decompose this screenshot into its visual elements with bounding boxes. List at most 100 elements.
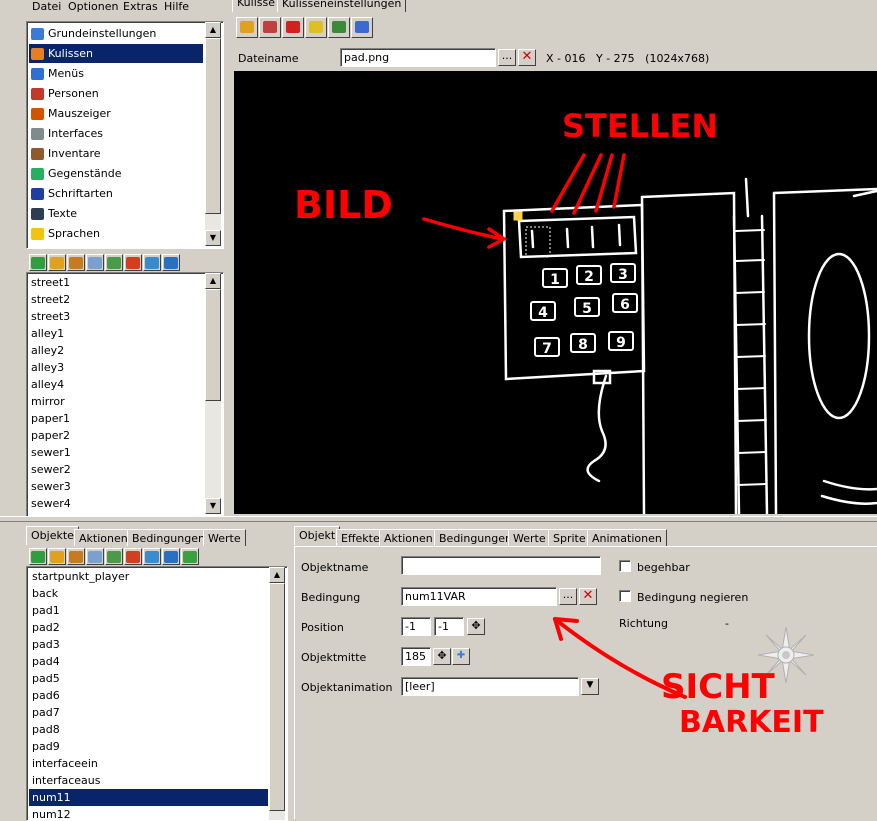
move-down-button[interactable] xyxy=(162,254,180,271)
delete-button[interactable] xyxy=(124,254,142,271)
sidebar-item-inventare[interactable]: Inventare xyxy=(29,144,101,163)
scroll-thumb[interactable] xyxy=(269,583,285,811)
scroll-up-icon[interactable]: ▲ xyxy=(205,273,221,289)
import-button[interactable] xyxy=(105,548,123,565)
move-up-button[interactable] xyxy=(143,548,161,565)
tab-kulisseneinstellungen[interactable]: Kulisseneinstellungen xyxy=(277,0,407,12)
list-item[interactable]: alley3 xyxy=(31,359,64,376)
move-up-button[interactable] xyxy=(143,254,161,271)
move-down-button[interactable] xyxy=(162,548,180,565)
bedingung-browse-button[interactable]: ... xyxy=(559,588,577,605)
image-export-button[interactable] xyxy=(328,17,350,38)
objektname-input[interactable] xyxy=(401,556,601,575)
copy-button[interactable] xyxy=(67,548,85,565)
menu-extras[interactable]: Extras xyxy=(123,0,158,13)
position-y-input[interactable]: -1 xyxy=(434,617,464,636)
bedingung-clear-button[interactable]: ✕ xyxy=(579,588,597,605)
tab-aktionen[interactable]: Aktionen xyxy=(74,529,133,546)
duplicate-button[interactable] xyxy=(86,254,104,271)
scene-scrollbar[interactable]: ▲ ▼ xyxy=(205,273,221,514)
list-item[interactable]: interfaceein xyxy=(29,755,98,772)
list-item[interactable]: street2 xyxy=(31,291,70,308)
position-x-input[interactable]: -1 xyxy=(401,617,431,636)
list-item[interactable]: sewer3 xyxy=(31,478,71,495)
scroll-down-icon[interactable]: ▼ xyxy=(205,230,221,246)
sidebar-item-mauszeiger[interactable]: Mauszeiger xyxy=(29,104,111,123)
tab-werte[interactable]: Werte xyxy=(203,529,246,546)
sidebar-item-kulissen[interactable]: Kulissen xyxy=(29,44,203,63)
tab-werte[interactable]: Werte xyxy=(508,529,551,546)
sidebar-item-gegenstände[interactable]: Gegenstände xyxy=(29,164,122,183)
rename-button[interactable] xyxy=(48,548,66,565)
objektmitte-pick-button[interactable]: ✥ xyxy=(433,648,451,665)
list-item[interactable]: alley2 xyxy=(31,342,64,359)
list-item[interactable]: pad6 xyxy=(29,687,60,704)
objects-button[interactable] xyxy=(282,17,304,38)
list-item[interactable]: pad2 xyxy=(29,619,60,636)
list-item[interactable]: pad5 xyxy=(29,670,60,687)
rename-button[interactable] xyxy=(48,254,66,271)
sidebar-item-schriftarten[interactable]: Schriftarten xyxy=(29,184,113,203)
list-item[interactable]: mirror xyxy=(31,393,65,410)
grid-button[interactable] xyxy=(259,17,281,38)
scroll-up-icon[interactable]: ▲ xyxy=(269,567,285,583)
list-item[interactable]: street3 xyxy=(31,308,70,325)
horizontal-splitter[interactable] xyxy=(0,516,877,522)
list-item[interactable]: pad3 xyxy=(29,636,60,653)
list-item[interactable]: sewer4 xyxy=(31,495,71,512)
negate-checkbox[interactable] xyxy=(619,590,631,602)
sidebar-item-interfaces[interactable]: Interfaces xyxy=(29,124,103,143)
file-clear-button[interactable]: ✕ xyxy=(518,49,536,66)
sidebar-item-texte[interactable]: Texte xyxy=(29,204,77,223)
tab-sprite[interactable]: Sprite xyxy=(548,529,591,546)
list-item[interactable]: alley4 xyxy=(31,376,64,393)
tab-bedingungen[interactable]: Bedingungen xyxy=(434,529,517,546)
scroll-down-icon[interactable]: ▼ xyxy=(205,498,221,514)
sidebar-item-menüs[interactable]: Menüs xyxy=(29,64,84,83)
list-item[interactable]: num11 xyxy=(29,789,268,806)
tab-effekte[interactable]: Effekte xyxy=(336,529,385,546)
list-item[interactable]: street1 xyxy=(31,274,70,291)
sidebar-item-grundeinstellungen[interactable]: Grundeinstellungen xyxy=(29,24,156,43)
objektmitte-input[interactable]: 185 xyxy=(401,647,431,666)
sort-button[interactable] xyxy=(181,548,199,565)
duplicate-button[interactable] xyxy=(86,548,104,565)
scroll-thumb[interactable] xyxy=(205,289,221,401)
tab-objekte[interactable]: Objekte xyxy=(26,526,79,545)
sidebar-item-personen[interactable]: Personen xyxy=(29,84,99,103)
import-button[interactable] xyxy=(105,254,123,271)
list-item[interactable]: paper2 xyxy=(31,427,70,444)
menu-datei[interactable]: Datei xyxy=(32,0,61,13)
file-input[interactable]: pad.png xyxy=(340,48,496,67)
menu-hilfe[interactable]: Hilfe xyxy=(164,0,189,13)
add-button[interactable] xyxy=(29,254,47,271)
list-item[interactable]: paper1 xyxy=(31,410,70,427)
list-item[interactable]: interfaceaus xyxy=(29,772,101,789)
tab-bedingungen[interactable]: Bedingungen xyxy=(127,529,210,546)
home-button[interactable] xyxy=(236,17,258,38)
file-browse-button[interactable]: ... xyxy=(498,49,516,66)
image-settings-button[interactable] xyxy=(351,17,373,38)
scroll-thumb[interactable] xyxy=(205,38,221,214)
sidebar-item-sprachen[interactable]: Sprachen xyxy=(29,224,100,243)
object-scrollbar[interactable]: ▲ xyxy=(269,567,285,820)
list-item[interactable]: pad8 xyxy=(29,721,60,738)
tab-kulisse[interactable]: Kulisse xyxy=(232,0,280,12)
menu-optionen[interactable]: Optionen xyxy=(68,0,118,13)
scroll-up-icon[interactable]: ▲ xyxy=(205,22,221,38)
list-item[interactable]: startpunkt_player xyxy=(29,568,129,585)
tab-objekt[interactable]: Objekt xyxy=(294,526,341,545)
begehbar-checkbox[interactable] xyxy=(619,560,631,572)
list-item[interactable]: pad4 xyxy=(29,653,60,670)
list-item[interactable]: sewer2 xyxy=(31,461,71,478)
scene-canvas[interactable]: 123 456 789 BILD STELLEN xyxy=(234,71,877,514)
position-pick-button[interactable]: ✥ xyxy=(467,618,485,635)
add-button[interactable] xyxy=(29,548,47,565)
objektmitte-center-button[interactable]: ✚ xyxy=(452,648,470,665)
tab-aktionen[interactable]: Aktionen xyxy=(379,529,438,546)
category-scrollbar[interactable]: ▲ ▼ xyxy=(205,22,221,246)
list-item[interactable]: pad9 xyxy=(29,738,60,755)
list-item[interactable]: back xyxy=(29,585,58,602)
delete-button[interactable] xyxy=(124,548,142,565)
list-item[interactable]: pad7 xyxy=(29,704,60,721)
